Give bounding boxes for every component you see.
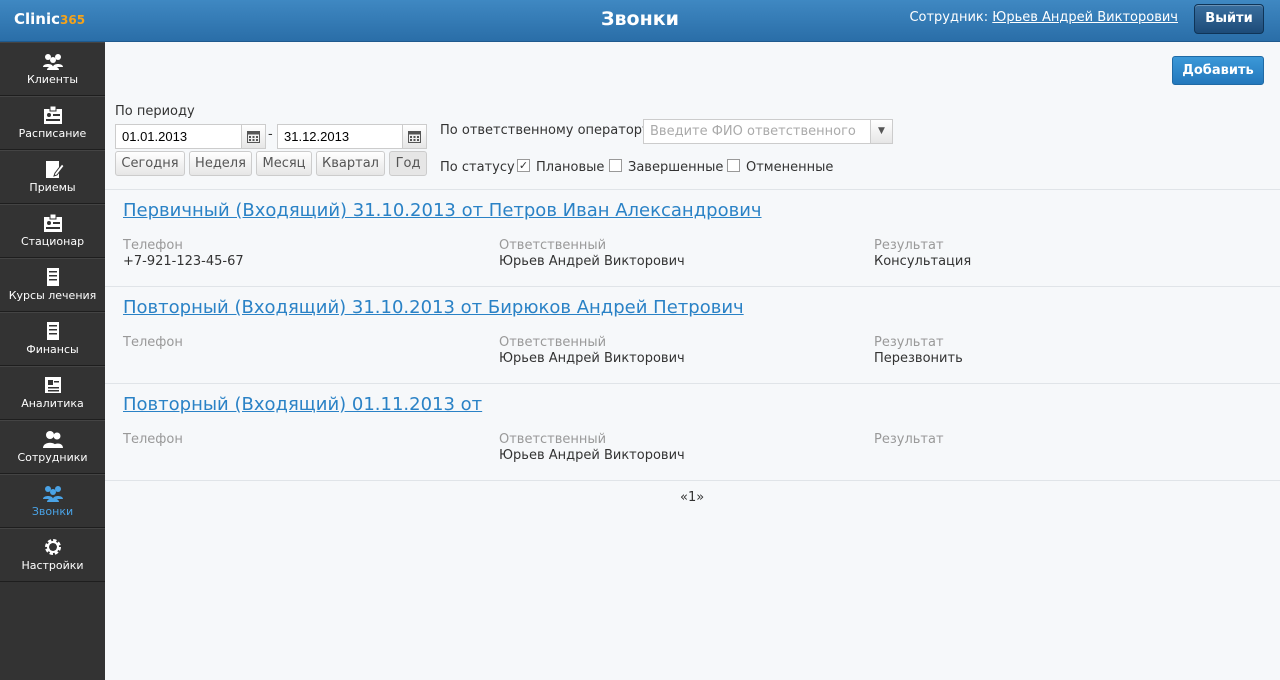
sidebar-item-settings[interactable]: Настройки bbox=[0, 528, 105, 582]
sidebar-item-treatment-courses[interactable]: Курсы лечения bbox=[0, 258, 105, 312]
analytics-icon bbox=[0, 375, 105, 397]
date-to-input[interactable] bbox=[277, 124, 404, 149]
sidebar-item-schedule[interactable]: Расписание bbox=[0, 96, 105, 150]
quick-year-button[interactable]: Год bbox=[389, 151, 427, 176]
result-value: Перезвонить bbox=[874, 351, 963, 366]
phone-value: +7-921-123-45-67 bbox=[123, 254, 244, 269]
calls-icon bbox=[0, 483, 105, 505]
status-completed-label: Завершенные bbox=[628, 160, 724, 175]
divider bbox=[105, 189, 1280, 190]
divider bbox=[105, 383, 1280, 384]
appointments-icon bbox=[0, 159, 105, 181]
employee-info: Сотрудник: Юрьев Андрей Викторович bbox=[909, 10, 1178, 25]
status-planned-checkbox[interactable]: ✓ bbox=[517, 159, 530, 172]
period-filter-label: По периоду bbox=[115, 104, 195, 119]
divider bbox=[105, 286, 1280, 287]
schedule-icon bbox=[0, 105, 105, 127]
calendar-icon[interactable] bbox=[241, 124, 266, 149]
sidebar: Клиенты Расписание Приемы Стационар Курс… bbox=[0, 42, 105, 680]
phone-label: Телефон bbox=[123, 432, 183, 447]
chevron-down-icon[interactable]: ▼ bbox=[870, 120, 892, 143]
sidebar-item-analytics[interactable]: Аналитика bbox=[0, 366, 105, 420]
responsible-label: Ответственный bbox=[499, 432, 607, 447]
status-planned-label: Плановые bbox=[536, 160, 605, 175]
logout-button[interactable]: Выйти bbox=[1194, 4, 1264, 34]
status-completed-checkbox[interactable] bbox=[609, 159, 622, 172]
operator-filter-label: По ответственному оператору bbox=[440, 123, 650, 138]
users-icon bbox=[0, 51, 105, 73]
call-title-link[interactable]: Первичный (Входящий) 31.10.2013 от Петро… bbox=[123, 200, 762, 221]
add-call-button[interactable]: Добавить bbox=[1172, 56, 1264, 85]
sidebar-item-appointments[interactable]: Приемы bbox=[0, 150, 105, 204]
responsible-label: Ответственный bbox=[499, 335, 607, 350]
top-bar: Clinic365 Звонки Сотрудник: Юрьев Андрей… bbox=[0, 0, 1280, 42]
finance-icon bbox=[0, 321, 105, 343]
result-label: Результат bbox=[874, 432, 944, 447]
hospital-icon bbox=[0, 213, 105, 235]
phone-label: Телефон bbox=[123, 335, 183, 350]
sidebar-item-staff[interactable]: Сотрудники bbox=[0, 420, 105, 474]
status-cancelled-label: Отмененные bbox=[746, 160, 834, 175]
sidebar-item-clients[interactable]: Клиенты bbox=[0, 42, 105, 96]
quick-quarter-button[interactable]: Квартал bbox=[316, 151, 385, 176]
employee-name-link[interactable]: Юрьев Андрей Викторович bbox=[992, 10, 1178, 25]
responsible-value: Юрьев Андрей Викторович bbox=[499, 448, 685, 463]
call-title-link[interactable]: Повторный (Входящий) 01.11.2013 от bbox=[123, 394, 482, 415]
result-label: Результат bbox=[874, 335, 944, 350]
quick-month-button[interactable]: Месяц bbox=[256, 151, 312, 176]
staff-icon bbox=[0, 429, 105, 451]
status-filter-label: По статусу bbox=[440, 160, 515, 175]
responsible-value: Юрьев Андрей Викторович bbox=[499, 351, 685, 366]
employee-label: Сотрудник: bbox=[909, 10, 989, 25]
sidebar-item-calls[interactable]: Звонки bbox=[0, 474, 105, 528]
call-title-link[interactable]: Повторный (Входящий) 31.10.2013 от Бирюк… bbox=[123, 297, 744, 318]
gear-icon bbox=[0, 537, 105, 559]
treatment-icon bbox=[0, 267, 105, 289]
responsible-label: Ответственный bbox=[499, 238, 607, 253]
result-value: Консультация bbox=[874, 254, 972, 269]
quick-today-button[interactable]: Сегодня bbox=[115, 151, 185, 176]
quick-week-button[interactable]: Неделя bbox=[189, 151, 252, 176]
main-content: Добавить По периоду - Сегодня Неделя Мес… bbox=[105, 42, 1280, 680]
operator-select[interactable]: Введите ФИО ответственного ▼ bbox=[643, 119, 893, 144]
result-label: Результат bbox=[874, 238, 944, 253]
sidebar-item-finance[interactable]: Финансы bbox=[0, 312, 105, 366]
responsible-value: Юрьев Андрей Викторович bbox=[499, 254, 685, 269]
date-from-input[interactable] bbox=[115, 124, 242, 149]
calendar-icon[interactable] bbox=[402, 124, 427, 149]
operator-placeholder: Введите ФИО ответственного bbox=[650, 124, 856, 139]
status-cancelled-checkbox[interactable] bbox=[727, 159, 740, 172]
date-range-dash: - bbox=[268, 127, 273, 142]
phone-label: Телефон bbox=[123, 238, 183, 253]
divider bbox=[105, 480, 1280, 481]
sidebar-item-hospital[interactable]: Стационар bbox=[0, 204, 105, 258]
pagination[interactable]: «1» bbox=[680, 490, 704, 505]
